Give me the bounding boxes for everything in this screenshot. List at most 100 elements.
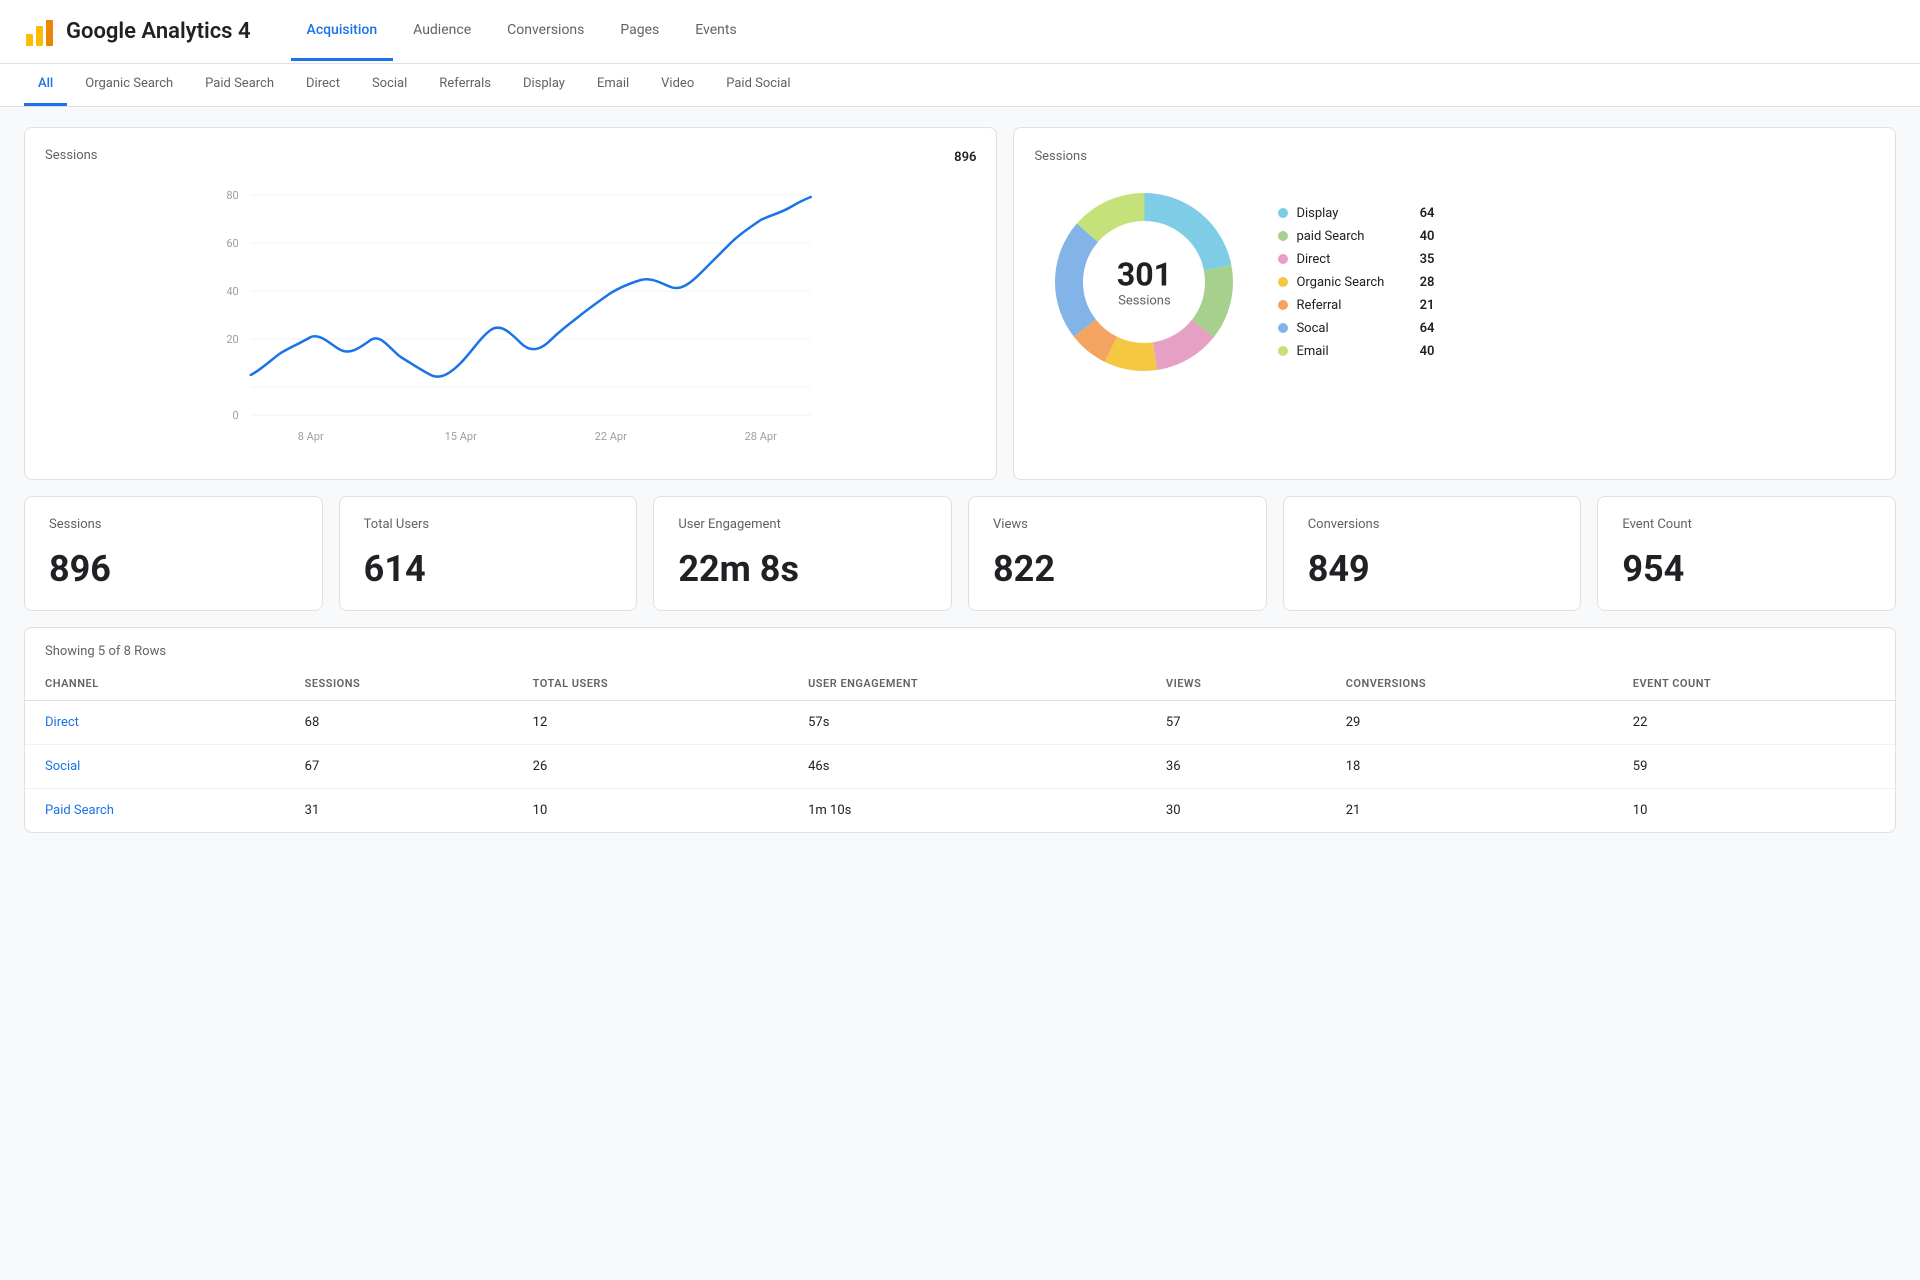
svg-text:28 Apr: 28 Apr: [745, 430, 777, 443]
donut-section: 301 Sessions Display 64 paid Search 40: [1034, 164, 1875, 392]
nav-conversions[interactable]: Conversions: [491, 2, 600, 61]
legend-name-referral: Referral: [1296, 298, 1396, 313]
line-chart-card: Sessions 896 80 60 40 20 0: [24, 127, 997, 480]
row1-sessions: 67: [285, 745, 513, 789]
subnav-display[interactable]: Display: [509, 64, 579, 106]
line-chart-svg: 80 60 40 20 0 8 Apr 15 Apr 22 Apr 28 Apr: [45, 175, 976, 455]
svg-text:22 Apr: 22 Apr: [595, 430, 627, 443]
svg-text:60: 60: [226, 237, 238, 250]
legend-item-paid-search: paid Search 40: [1278, 229, 1434, 244]
subnav-all[interactable]: All: [24, 64, 67, 106]
legend-name-direct: Direct: [1296, 252, 1396, 267]
legend-val-paid-search: 40: [1404, 229, 1434, 244]
svg-text:20: 20: [226, 333, 238, 346]
logo-icon: [24, 16, 56, 48]
svg-text:40: 40: [226, 285, 238, 298]
svg-text:80: 80: [226, 189, 238, 202]
line-chart-title: Sessions: [45, 148, 98, 163]
metric-views-label: Views: [993, 517, 1242, 532]
donut-legend: Display 64 paid Search 40 Direct 35: [1278, 206, 1434, 359]
svg-text:15 Apr: 15 Apr: [445, 430, 477, 443]
legend-item-organic: Organic Search 28: [1278, 275, 1434, 290]
donut-wrapper: 301 Sessions: [1034, 172, 1254, 392]
legend-val-referral: 21: [1404, 298, 1434, 313]
legend-val-display: 64: [1404, 206, 1434, 221]
main-nav: Acquisition Audience Conversions Pages E…: [291, 2, 753, 61]
logo: Google Analytics 4: [24, 16, 251, 48]
data-table-card: Showing 5 of 8 Rows CHANNEL SESSIONS TOT…: [24, 627, 1896, 833]
legend-dot-paid-search: [1278, 231, 1288, 241]
legend-item-social: Socal 64: [1278, 321, 1434, 336]
legend-dot-display: [1278, 208, 1288, 218]
legend-dot-direct: [1278, 254, 1288, 264]
row0-sessions: 68: [285, 701, 513, 745]
legend-dot-organic: [1278, 277, 1288, 287]
legend-item-email: Email 40: [1278, 344, 1434, 359]
svg-text:8 Apr: 8 Apr: [298, 430, 324, 443]
line-chart-container: 80 60 40 20 0 8 Apr 15 Apr 22 Apr 28 Apr: [45, 175, 976, 459]
nav-pages[interactable]: Pages: [604, 2, 675, 61]
legend-name-email: Email: [1296, 344, 1396, 359]
col-views: VIEWS: [1146, 667, 1326, 701]
nav-audience[interactable]: Audience: [397, 2, 487, 61]
nav-acquisition[interactable]: Acquisition: [291, 2, 394, 61]
metric-sessions-value: 896: [49, 548, 298, 590]
metric-total-users: Total Users 614: [339, 496, 638, 611]
row2-views: 30: [1146, 789, 1326, 833]
metric-event-count-value: 954: [1622, 548, 1871, 590]
row1-user-engagement: 46s: [788, 745, 1146, 789]
legend-dot-social: [1278, 323, 1288, 333]
row2-conversions: 21: [1326, 789, 1613, 833]
legend-val-organic: 28: [1404, 275, 1434, 290]
subnav-direct[interactable]: Direct: [292, 64, 354, 106]
donut-center-label: Sessions: [1117, 294, 1172, 309]
table-header-row: CHANNEL SESSIONS TOTAL USERS USER ENGAGE…: [25, 667, 1895, 701]
table-body: Direct 68 12 57s 57 29 22 Social 67 26 4…: [25, 701, 1895, 833]
donut-chart-card: Sessions: [1013, 127, 1896, 480]
subnav-paid-social[interactable]: Paid Social: [712, 64, 804, 106]
legend-dot-email: [1278, 346, 1288, 356]
legend-name-social: Socal: [1296, 321, 1396, 336]
metric-conversions-label: Conversions: [1308, 517, 1557, 532]
row1-views: 36: [1146, 745, 1326, 789]
subnav-social[interactable]: Social: [358, 64, 421, 106]
subnav-referrals[interactable]: Referrals: [425, 64, 505, 106]
header: Google Analytics 4 Acquisition Audience …: [0, 0, 1920, 64]
legend-item-display: Display 64: [1278, 206, 1434, 221]
metric-conversions: Conversions 849: [1283, 496, 1582, 611]
row0-event-count: 22: [1613, 701, 1895, 745]
sub-nav: All Organic Search Paid Search Direct So…: [0, 64, 1920, 107]
subnav-paid-search[interactable]: Paid Search: [191, 64, 288, 106]
legend-item-referral: Referral 21: [1278, 298, 1434, 313]
table-row: Social 67 26 46s 36 18 59: [25, 745, 1895, 789]
legend-val-email: 40: [1404, 344, 1434, 359]
table-row: Direct 68 12 57s 57 29 22: [25, 701, 1895, 745]
row0-conversions: 29: [1326, 701, 1613, 745]
donut-chart-title: Sessions: [1034, 149, 1087, 164]
nav-events[interactable]: Events: [679, 2, 752, 61]
col-user-engagement: USER ENGAGEMENT: [788, 667, 1146, 701]
metric-user-engagement: User Engagement 22m 8s: [653, 496, 952, 611]
table-row: Paid Search 31 10 1m 10s 30 21 10: [25, 789, 1895, 833]
row1-conversions: 18: [1326, 745, 1613, 789]
metric-user-engagement-label: User Engagement: [678, 517, 927, 532]
row1-channel[interactable]: Social: [25, 745, 285, 789]
main-content: Sessions 896 80 60 40 20 0: [0, 107, 1920, 853]
subnav-organic-search[interactable]: Organic Search: [71, 64, 187, 106]
subnav-video[interactable]: Video: [647, 64, 708, 106]
row0-channel[interactable]: Direct: [25, 701, 285, 745]
col-event-count: EVENT COUNT: [1613, 667, 1895, 701]
table-head: CHANNEL SESSIONS TOTAL USERS USER ENGAGE…: [25, 667, 1895, 701]
donut-center-number: 301: [1117, 256, 1172, 294]
row2-user-engagement: 1m 10s: [788, 789, 1146, 833]
metric-sessions-label: Sessions: [49, 517, 298, 532]
metric-views: Views 822: [968, 496, 1267, 611]
legend-dot-referral: [1278, 300, 1288, 310]
subnav-email[interactable]: Email: [583, 64, 643, 106]
charts-row: Sessions 896 80 60 40 20 0: [24, 127, 1896, 480]
donut-center: 301 Sessions: [1117, 256, 1172, 309]
row2-channel[interactable]: Paid Search: [25, 789, 285, 833]
row2-total-users: 10: [513, 789, 788, 833]
row0-views: 57: [1146, 701, 1326, 745]
metric-total-users-label: Total Users: [364, 517, 613, 532]
